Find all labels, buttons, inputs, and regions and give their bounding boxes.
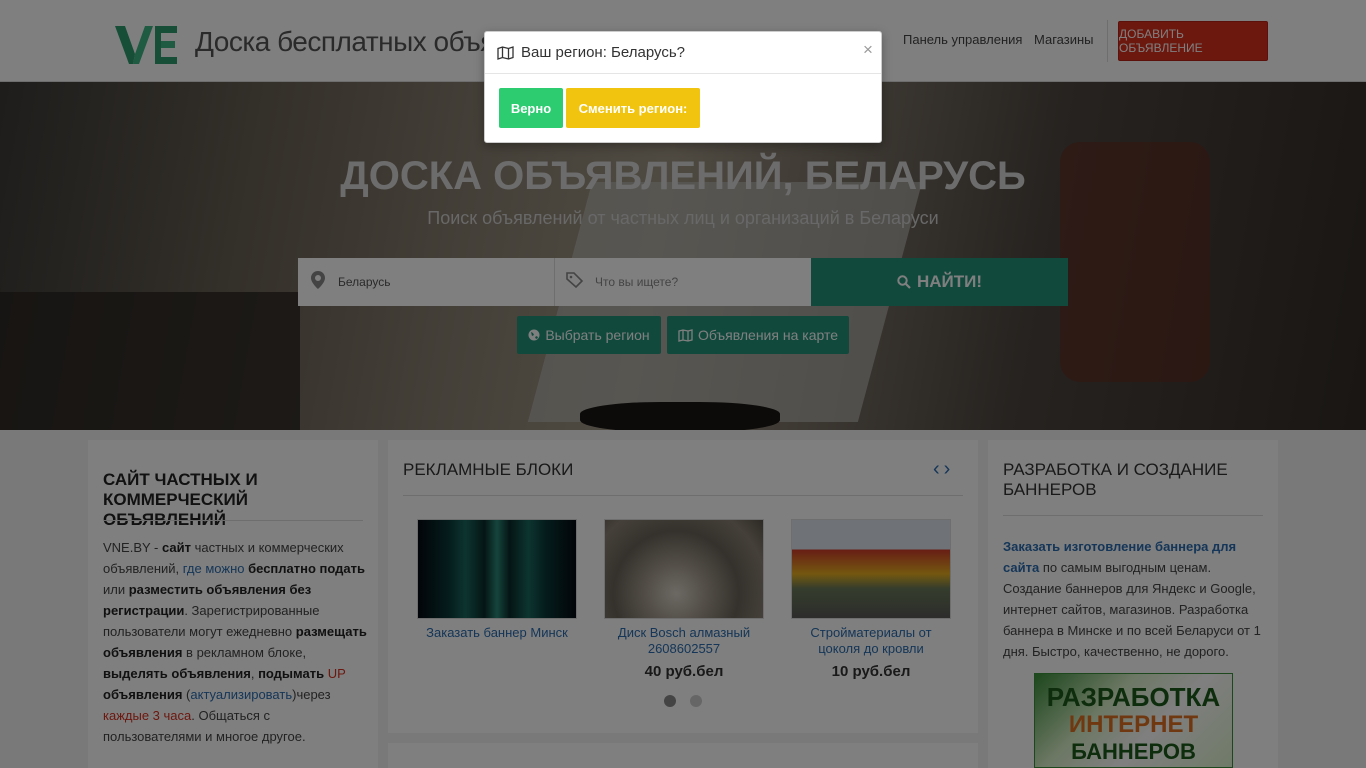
change-region-button[interactable]: Сменить регион: <box>566 88 700 128</box>
confirm-region-button[interactable]: Верно <box>499 88 563 128</box>
map-icon <box>497 45 514 60</box>
region-modal-title-row: Ваш регион: Беларусь? <box>497 44 685 61</box>
region-modal: Ваш регион: Беларусь? × Верно Сменить ре… <box>484 31 882 143</box>
region-modal-header: Ваш регион: Беларусь? × <box>485 32 881 74</box>
close-icon[interactable]: × <box>863 40 873 60</box>
region-modal-title: Ваш регион: Беларусь? <box>521 44 685 61</box>
